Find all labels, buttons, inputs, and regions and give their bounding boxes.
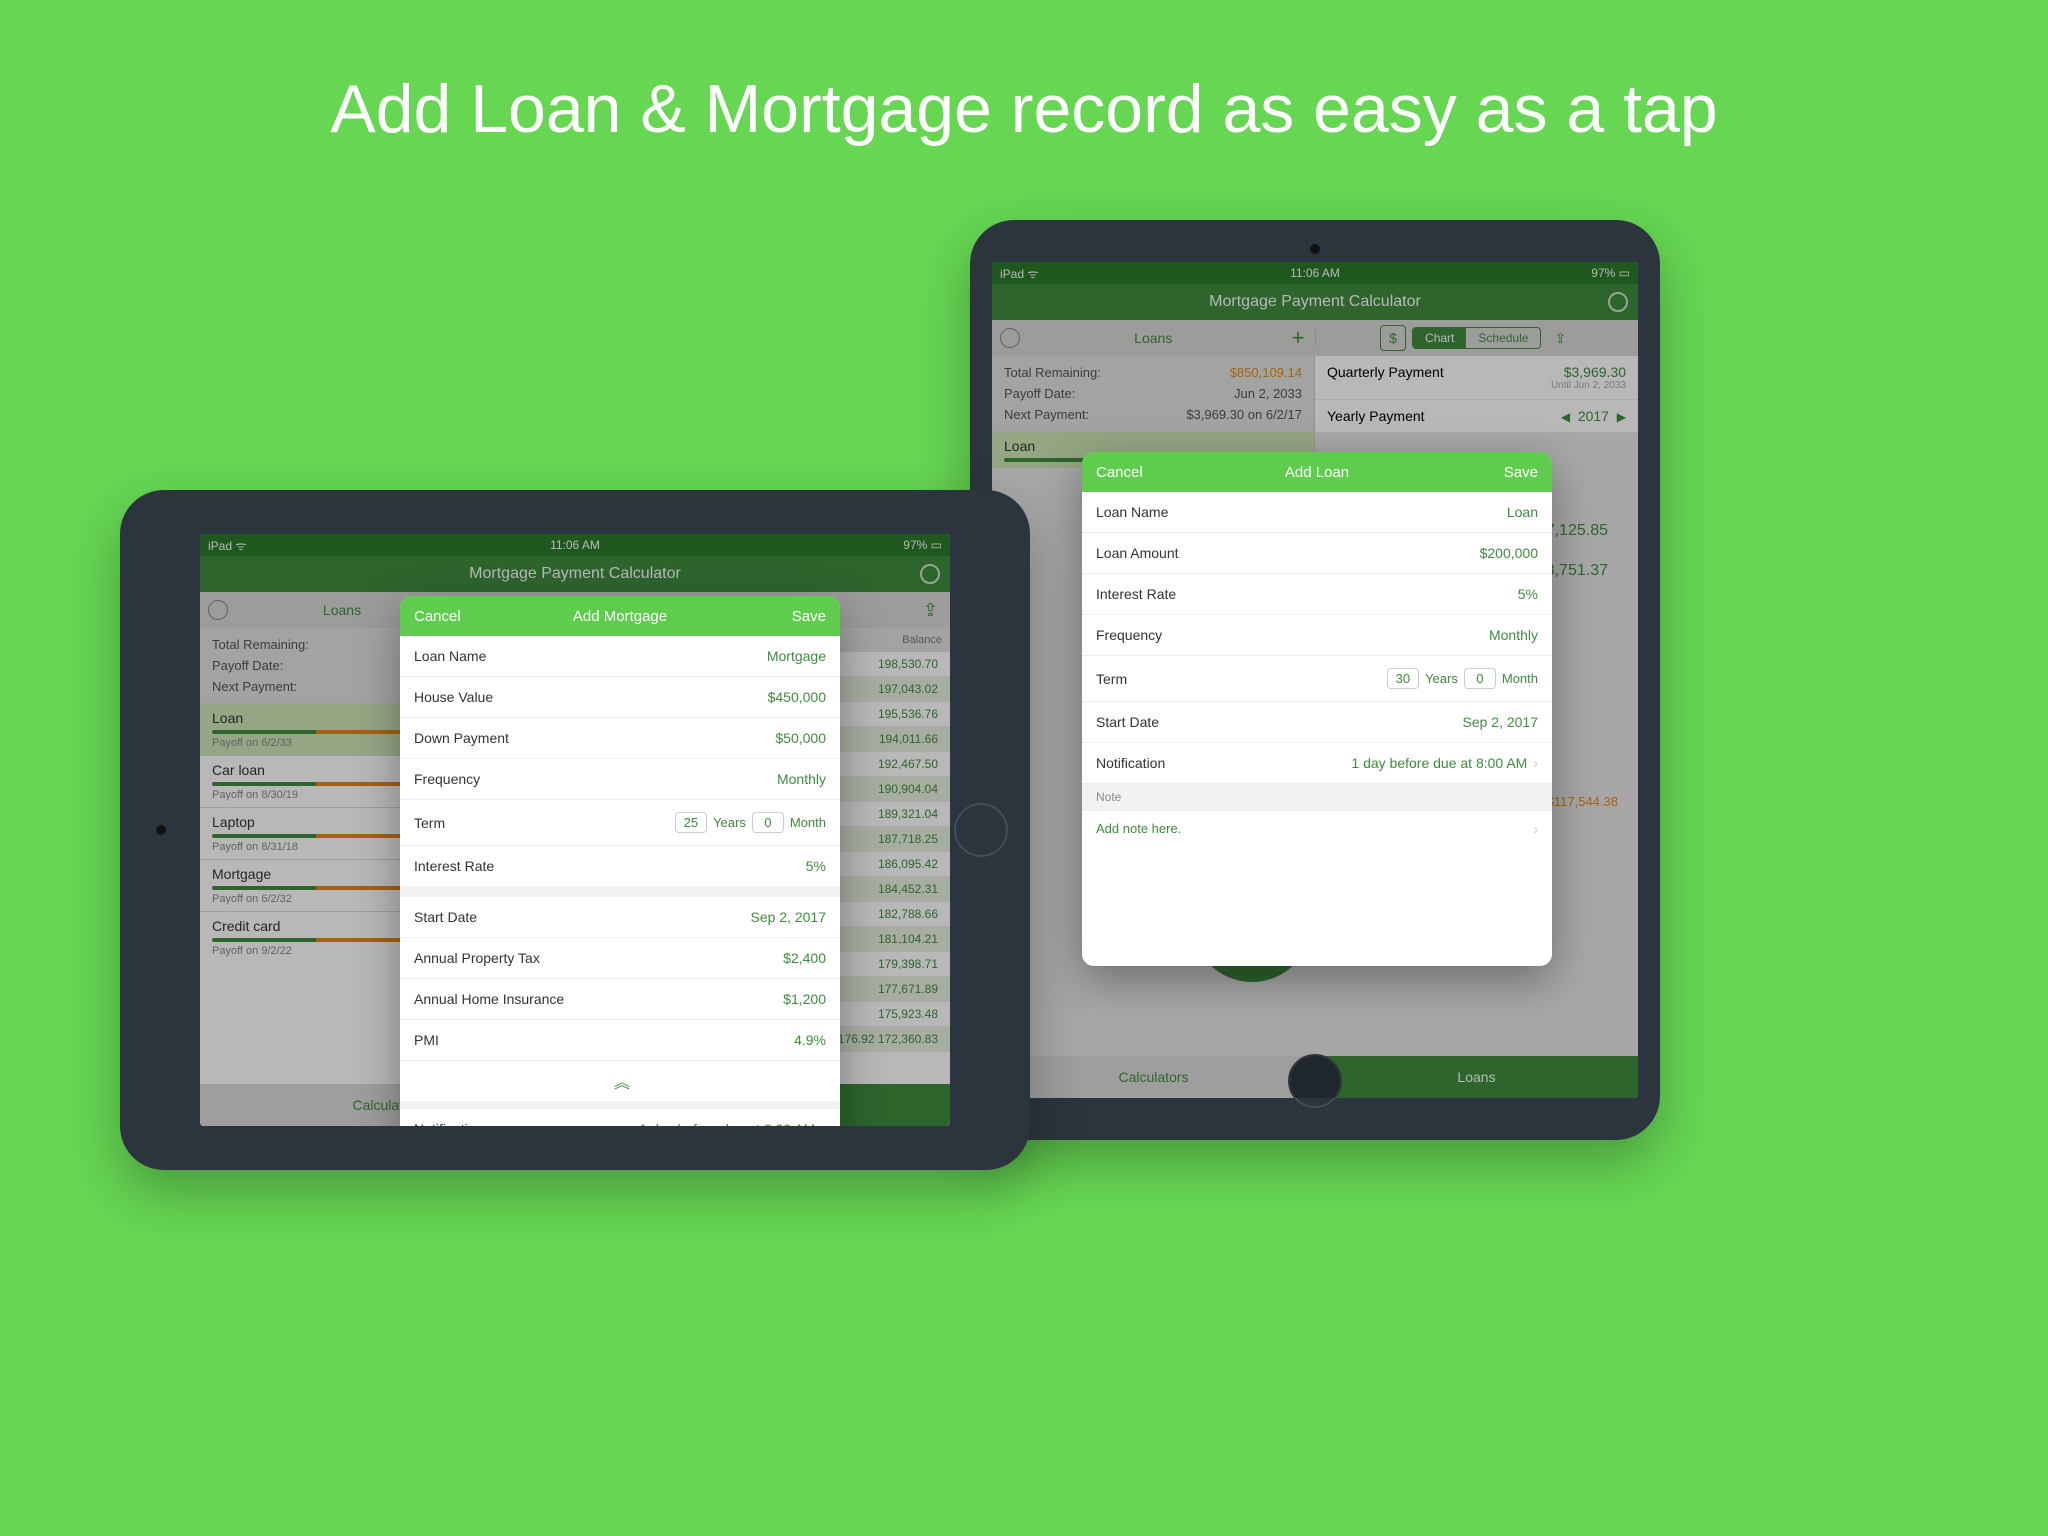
popover-title: Add Mortgage (573, 608, 667, 625)
save-button[interactable]: Save (1504, 464, 1538, 481)
ipad-left: iPad ᯤ 11:06 AM 97% ▭ Mortgage Payment C… (120, 490, 1030, 1170)
start-date-field[interactable]: Start DateSep 2, 2017 (400, 897, 840, 938)
popover-title: Add Loan (1285, 464, 1349, 481)
note-input[interactable]: Add note here.› (1082, 811, 1552, 846)
loan-name-field[interactable]: Loan NameLoan (1082, 492, 1552, 533)
term-field[interactable]: Term 25Years0Month (400, 800, 840, 846)
hero-title: Add Loan & Mortgage record as easy as a … (0, 70, 2048, 148)
camera-icon (1310, 244, 1320, 254)
interest-rate-field[interactable]: Interest Rate5% (400, 846, 840, 887)
cancel-button[interactable]: Cancel (1096, 464, 1143, 481)
property-tax-field[interactable]: Annual Property Tax$2,400 (400, 938, 840, 979)
loan-amount-field[interactable]: Loan Amount$200,000 (1082, 533, 1552, 574)
chevron-right-icon: › (1533, 821, 1538, 837)
pmi-field[interactable]: PMI4.9% (400, 1020, 840, 1061)
cancel-button[interactable]: Cancel (414, 608, 461, 625)
start-date-field[interactable]: Start DateSep 2, 2017 (1082, 702, 1552, 743)
notification-field[interactable]: Notification1 day before due at 8:00 AM› (400, 1109, 840, 1126)
note-section-header: Note (1082, 784, 1552, 811)
house-value-field[interactable]: House Value$450,000 (400, 677, 840, 718)
screen-left: iPad ᯤ 11:06 AM 97% ▭ Mortgage Payment C… (200, 534, 950, 1126)
frequency-field[interactable]: FrequencyMonthly (400, 759, 840, 800)
interest-rate-field[interactable]: Interest Rate5% (1082, 574, 1552, 615)
add-loan-popover: Cancel Add Loan Save Loan NameLoan Loan … (1082, 452, 1552, 966)
chevron-right-icon: › (821, 1121, 826, 1126)
expand-icon[interactable]: ︽ (400, 1061, 840, 1101)
loan-name-field[interactable]: Loan NameMortgage (400, 636, 840, 677)
down-payment-field[interactable]: Down Payment$50,000 (400, 718, 840, 759)
notification-field[interactable]: Notification1 day before due at 8:00 AM› (1082, 743, 1552, 784)
ipad-right: iPad ᯤ 11:06 AM 97% ▭ Mortgage Payment C… (970, 220, 1660, 1140)
screen-right: iPad ᯤ 11:06 AM 97% ▭ Mortgage Payment C… (992, 262, 1638, 1098)
chevron-right-icon: › (1533, 755, 1538, 771)
home-insurance-field[interactable]: Annual Home Insurance$1,200 (400, 979, 840, 1020)
frequency-field[interactable]: FrequencyMonthly (1082, 615, 1552, 656)
camera-icon (156, 825, 166, 835)
popover-header: Cancel Add Mortgage Save (400, 596, 840, 636)
add-mortgage-popover: Cancel Add Mortgage Save Loan NameMortga… (400, 596, 840, 1126)
save-button[interactable]: Save (792, 608, 826, 625)
home-button[interactable] (954, 803, 1008, 857)
popover-header: Cancel Add Loan Save (1082, 452, 1552, 492)
term-field[interactable]: Term 30Years0Month (1082, 656, 1552, 702)
